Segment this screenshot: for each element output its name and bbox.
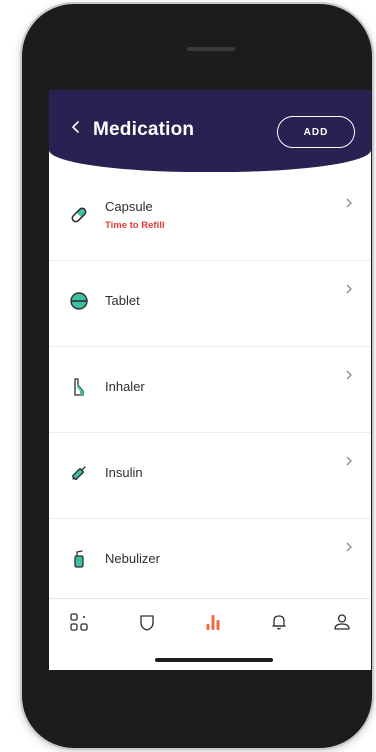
refill-status: Time to Refill [105,220,165,231]
profile-icon[interactable] [331,611,353,633]
chevron-right-icon [346,370,352,380]
dashboard-icon[interactable] [68,611,90,633]
list-item-inhaler[interactable]: Inhaler [49,347,371,433]
capsule-icon [71,207,87,223]
list-item-capsule[interactable]: Capsule Time to Refill [49,175,371,261]
app-screen: Medication ADD Capsule Time to Refill Ta… [49,90,371,670]
tablet-icon [70,292,88,310]
medication-name: Tablet [105,293,140,308]
chevron-right-icon [346,456,352,466]
chevron-right-icon [346,198,352,208]
medication-name: Nebulizer [105,551,160,566]
stats-icon[interactable] [202,611,224,633]
nebulizer-icon [74,550,84,568]
header-bar: Medication ADD [49,90,371,172]
inhaler-icon [74,378,84,396]
chevron-right-icon [346,542,352,552]
add-medication-button[interactable]: ADD [277,116,355,148]
medication-list: Capsule Time to Refill Tablet Inhaler In… [49,175,371,605]
list-item-nebulizer[interactable]: Nebulizer [49,519,371,605]
bottom-tab-bar [49,598,371,649]
list-item-insulin[interactable]: Insulin [49,433,371,519]
speaker-slot [187,47,235,51]
list-item-tablet[interactable]: Tablet [49,261,371,347]
medication-name: Insulin [105,465,143,480]
bell-icon[interactable] [268,611,290,633]
medication-name: Capsule [105,199,153,214]
medication-name: Inhaler [105,379,145,394]
home-indicator[interactable] [155,658,273,662]
back-chevron-icon[interactable] [71,120,81,134]
page-title: Medication [93,119,195,140]
insulin-pen-icon [72,466,86,480]
shield-icon[interactable] [136,611,158,633]
chevron-right-icon [346,284,352,294]
